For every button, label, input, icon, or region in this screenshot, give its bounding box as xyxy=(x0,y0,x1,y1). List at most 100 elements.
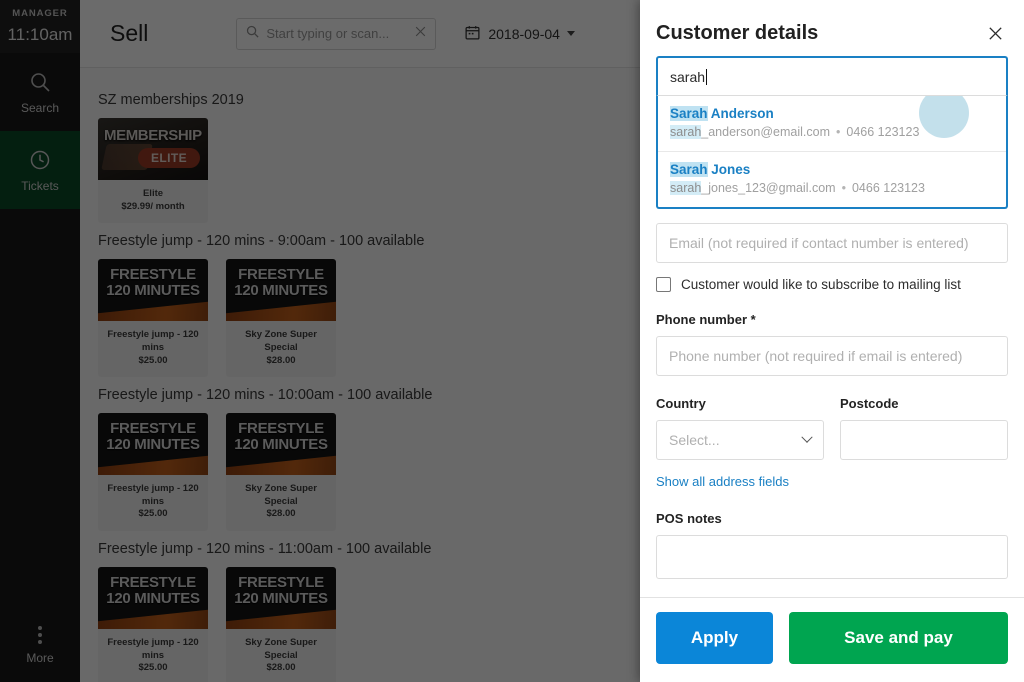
sidebar-item-label-more: More xyxy=(26,651,53,665)
country-column: Country Select... xyxy=(656,376,824,460)
product-thumbnail: FREESTYLE120 MINUTES xyxy=(226,567,336,629)
close-panel-button[interactable] xyxy=(982,20,1008,46)
clock-icon xyxy=(28,148,52,172)
chevron-down-icon xyxy=(801,432,812,443)
date-picker[interactable]: 2018-09-04 xyxy=(464,24,575,44)
product-price: $25.00 xyxy=(102,662,204,675)
mailing-list-row: Customer would like to subscribe to mail… xyxy=(656,277,1008,292)
product-card[interactable]: FREESTYLE120 MINUTESFreestyle jump - 120… xyxy=(98,413,208,531)
product-price: $29.99/ month xyxy=(102,201,204,214)
pos-notes-textarea[interactable] xyxy=(656,535,1008,579)
suggestion-email-match: sarah xyxy=(670,181,701,195)
thumbnail-line2: 120 MINUTES xyxy=(98,436,208,453)
thumbnail-art xyxy=(98,300,208,321)
product-price: $28.00 xyxy=(230,508,332,521)
calendar-icon xyxy=(464,24,481,44)
panel-title: Customer details xyxy=(656,22,818,45)
sidebar-item-more[interactable]: More xyxy=(0,608,80,682)
product-name: Elite xyxy=(102,188,204,201)
postcode-field[interactable] xyxy=(840,420,1008,460)
product-name: Freestyle jump - 120 mins xyxy=(102,637,204,662)
apply-button[interactable]: Apply xyxy=(656,612,773,664)
product-card[interactable]: FREESTYLE120 MINUTESSky Zone Super Speci… xyxy=(226,413,336,531)
product-meta: Freestyle jump - 120 mins$25.00 xyxy=(98,629,208,682)
thumbnail-badge: ELITE xyxy=(138,148,200,168)
suggestion-name: Sarah Jones xyxy=(670,162,994,177)
customer-suggestions-list: Sarah Anderson sarah_anderson@email.com•… xyxy=(656,96,1008,209)
product-card[interactable]: FREESTYLE120 MINUTES Sky Zone Super Speci… xyxy=(226,567,336,682)
show-all-address-fields-link[interactable]: Show all address fields xyxy=(656,474,789,489)
separator-dot: • xyxy=(836,125,840,139)
product-meta: Elite$29.99/ month xyxy=(98,180,208,223)
postcode-column: Postcode xyxy=(840,376,1008,460)
suggestion-contact: sarah_jones_123@gmail.com • 0466 123123 xyxy=(670,181,994,195)
list-item[interactable]: Sarah Jones sarah_jones_123@gmail.com • 04… xyxy=(658,151,1006,207)
phone-number-label: Phone number * xyxy=(656,312,1008,327)
product-price: $25.00 xyxy=(102,508,204,521)
panel-footer: Apply Save and pay xyxy=(640,597,1024,682)
sidebar-header: MANAGER 11:10am xyxy=(0,0,80,53)
customer-details-panel: Customer details sarah Sarah Anderson sa… xyxy=(640,0,1024,682)
search-icon xyxy=(245,24,260,44)
close-icon[interactable] xyxy=(414,25,427,43)
overflow-dots-icon xyxy=(38,626,42,644)
product-meta: Sky Zone Super Special$28.00 xyxy=(226,321,336,377)
thumbnail-line2: 120 MINUTES xyxy=(226,282,336,299)
list-item[interactable]: Sarah Anderson sarah_anderson@email.com•… xyxy=(658,96,1006,151)
product-card[interactable]: MEMBERSHIP ELITE Elite$29.99/ month xyxy=(98,118,208,223)
app-root: MANAGER 11:10am Search Tickets xyxy=(0,0,1024,682)
user-role-label: MANAGER xyxy=(0,4,80,19)
separator-dot: • xyxy=(842,181,846,195)
mailing-list-checkbox[interactable] xyxy=(656,277,671,292)
product-thumbnail: FREESTYLE120 MINUTES xyxy=(226,413,336,475)
sidebar-spacer xyxy=(0,209,80,608)
panel-header: Customer details xyxy=(640,0,1024,56)
thumbnail-art xyxy=(98,454,208,475)
product-name: Sky Zone Super Special xyxy=(230,329,332,354)
suggestion-phone: 0466 123123 xyxy=(852,181,925,195)
product-thumbnail: FREESTYLE120 MINUTES xyxy=(98,259,208,321)
thumbnail-line1: FREESTYLE xyxy=(98,574,208,591)
country-label: Country xyxy=(656,396,824,411)
product-meta: Sky Zone Super Special$28.00 xyxy=(226,475,336,531)
suggestion-email-rest: _jones_123@gmail.com xyxy=(701,181,835,195)
left-sidebar: MANAGER 11:10am Search Tickets xyxy=(0,0,80,682)
product-name: Sky Zone Super Special xyxy=(230,637,332,662)
phone-field[interactable]: Phone number (not required if email is e… xyxy=(656,336,1008,376)
chevron-down-icon xyxy=(567,31,575,36)
suggestion-phone: 0466 123123 xyxy=(846,125,919,139)
product-search-input[interactable]: Start typing or scan... xyxy=(236,18,436,50)
product-thumbnail: FREESTYLE120 MINUTES xyxy=(226,259,336,321)
thumbnail-line2: 120 MINUTES xyxy=(98,590,208,607)
suggestion-name-rest: Jones xyxy=(708,162,751,177)
clock-display: 11:10am xyxy=(0,25,80,45)
search-icon xyxy=(28,70,52,94)
product-card[interactable]: FREESTYLE120 MINUTESFreestyle jump - 120… xyxy=(98,567,208,682)
product-card[interactable]: FREESTYLE120 MINUTESFreestyle jump - 120… xyxy=(98,259,208,377)
email-field[interactable]: Email (not required if contact number is… xyxy=(656,223,1008,263)
product-name: Sky Zone Super Special xyxy=(230,483,332,508)
save-and-pay-button[interactable]: Save and pay xyxy=(789,612,1008,664)
postcode-label: Postcode xyxy=(840,396,1008,411)
product-card[interactable]: FREESTYLE120 MINUTESSky Zone Super Speci… xyxy=(226,259,336,377)
phone-placeholder: Phone number (not required if email is e… xyxy=(669,348,962,364)
product-price: $28.00 xyxy=(230,355,332,368)
thumbnail-line1: FREESTYLE xyxy=(98,266,208,283)
thumbnail-line1: FREESTYLE xyxy=(226,420,336,437)
country-select[interactable]: Select... xyxy=(656,420,824,460)
email-placeholder: Email (not required if contact number is… xyxy=(669,235,969,251)
product-thumbnail: FREESTYLE120 MINUTES xyxy=(98,413,208,475)
customer-search-input[interactable]: sarah xyxy=(656,56,1008,96)
address-row: Country Select... Postcode xyxy=(656,376,1008,460)
sidebar-item-tickets[interactable]: Tickets xyxy=(0,131,80,209)
sidebar-item-search[interactable]: Search xyxy=(0,53,80,131)
thumbnail-line2: 120 MINUTES xyxy=(98,282,208,299)
thumbnail-line1: FREESTYLE xyxy=(226,574,336,591)
thumbnail-title: MEMBERSHIP xyxy=(104,127,202,144)
product-meta: Freestyle jump - 120 mins$25.00 xyxy=(98,475,208,531)
product-meta: Freestyle jump - 120 mins$25.00 xyxy=(98,321,208,377)
thumbnail-art xyxy=(226,454,336,475)
thumbnail-line1: FREESTYLE xyxy=(226,266,336,283)
suggestion-name-match: Sarah xyxy=(670,106,708,121)
product-thumbnail: FREESTYLE120 MINUTES xyxy=(98,567,208,629)
